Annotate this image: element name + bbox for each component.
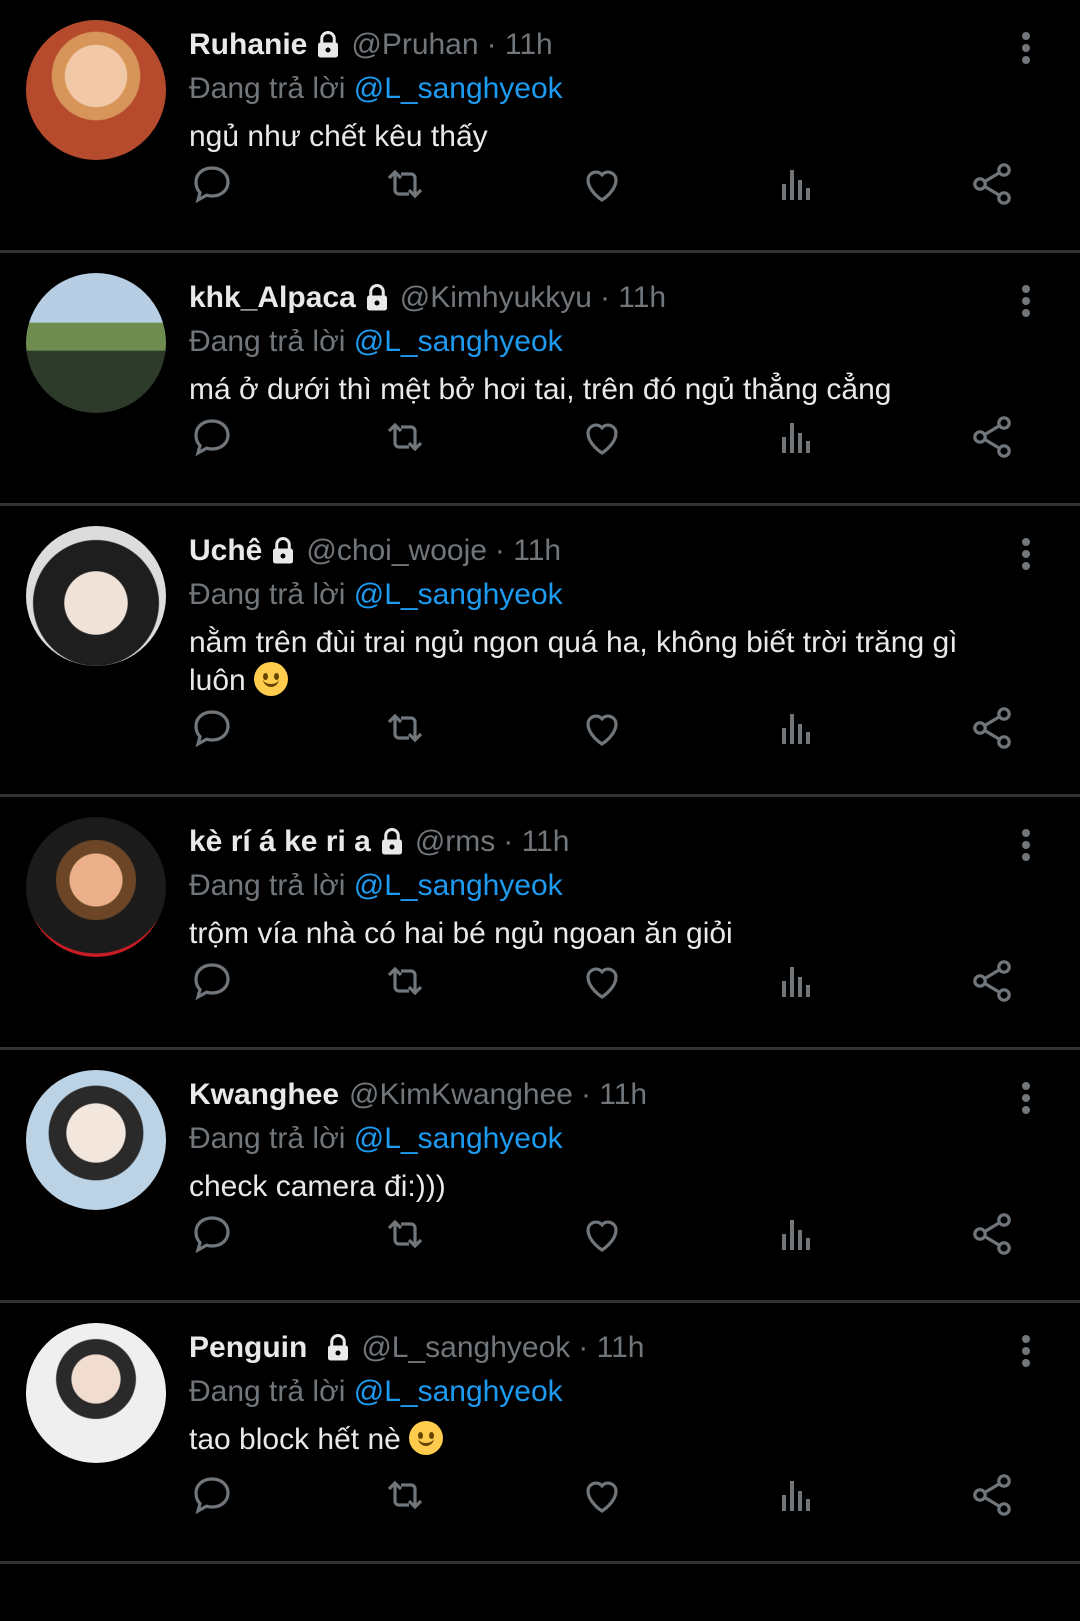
retweet-icon[interactable]: [381, 413, 429, 461]
reply-icon[interactable]: [188, 1210, 236, 1258]
more-icon[interactable]: [1014, 1078, 1038, 1118]
lock-icon: [318, 31, 339, 58]
reply-context: Đang trả lời @L_sanghyeok: [189, 1118, 1010, 1160]
reply-context: Đang trả lời @L_sanghyeok: [189, 68, 1010, 110]
reply-icon[interactable]: [188, 1471, 236, 1519]
reply-prefix: Đang trả lời: [189, 869, 346, 902]
reply-context: Đang trả lời @L_sanghyeok: [189, 574, 1010, 616]
like-icon[interactable]: [578, 1210, 626, 1258]
more-icon[interactable]: [1014, 281, 1038, 321]
views-icon[interactable]: [774, 160, 822, 208]
reply-mention[interactable]: @L_sanghyeok: [354, 1122, 563, 1155]
share-icon[interactable]: [968, 704, 1016, 752]
reply-icon[interactable]: [188, 160, 236, 208]
timestamp[interactable]: · 11h: [503, 825, 569, 859]
more-icon[interactable]: [1014, 1331, 1038, 1371]
like-icon[interactable]: [578, 957, 626, 1005]
reply-prefix: Đang trả lời: [189, 72, 346, 105]
timestamp[interactable]: · 11h: [495, 534, 561, 568]
tweet[interactable]: Kwanghee @KimKwanghee · 11h Đang trả lời…: [0, 1050, 1080, 1303]
retweet-icon[interactable]: [381, 1471, 429, 1519]
tweet[interactable]: Ruhanie @Pruhan · 11h Đang trả lời @L_sa…: [0, 0, 1080, 253]
display-name[interactable]: Penguin: [189, 1331, 307, 1365]
reply-mention[interactable]: @L_sanghyeok: [354, 72, 563, 105]
display-name[interactable]: Kwanghee: [189, 1078, 339, 1112]
reply-icon[interactable]: [188, 957, 236, 1005]
more-icon[interactable]: [1014, 534, 1038, 574]
reply-feed: Ruhanie @Pruhan · 11h Đang trả lời @L_sa…: [0, 0, 1080, 1564]
views-icon[interactable]: [774, 413, 822, 461]
share-icon[interactable]: [968, 957, 1016, 1005]
reply-mention[interactable]: @L_sanghyeok: [354, 1375, 563, 1408]
reply-context: Đang trả lời @L_sanghyeok: [189, 321, 1010, 363]
tweet[interactable]: Uchê @choi_wooje · 11h Đang trả lời @L_s…: [0, 506, 1080, 797]
share-icon[interactable]: [968, 1210, 1016, 1258]
reply-prefix: Đang trả lời: [189, 578, 346, 611]
handle[interactable]: @KimKwanghee: [349, 1078, 573, 1112]
like-icon[interactable]: [578, 413, 626, 461]
action-bar: [0, 927, 1080, 1047]
handle[interactable]: @L_sanghyeok: [361, 1331, 570, 1365]
handle[interactable]: @rms: [415, 825, 495, 859]
reply-mention[interactable]: @L_sanghyeok: [354, 578, 563, 611]
like-icon[interactable]: [578, 1471, 626, 1519]
display-name[interactable]: Uchê: [189, 534, 262, 568]
lock-icon: [381, 828, 402, 855]
more-icon[interactable]: [1014, 825, 1038, 865]
like-icon[interactable]: [578, 704, 626, 752]
views-icon[interactable]: [774, 1471, 822, 1519]
reply-prefix: Đang trả lời: [189, 1375, 346, 1408]
more-icon[interactable]: [1014, 28, 1038, 68]
avatar[interactable]: [26, 526, 166, 666]
display-name[interactable]: Ruhanie: [189, 28, 307, 62]
display-name[interactable]: kè rí á ke ri a: [189, 825, 371, 859]
retweet-icon[interactable]: [381, 160, 429, 208]
tweet[interactable]: Penguin @L_sanghyeok · 11h Đang trả lời …: [0, 1303, 1080, 1564]
timestamp[interactable]: · 11h: [487, 28, 553, 62]
timestamp[interactable]: · 11h: [600, 281, 666, 315]
views-icon[interactable]: [774, 957, 822, 1005]
retweet-icon[interactable]: [381, 957, 429, 1005]
share-icon[interactable]: [968, 1471, 1016, 1519]
tweet[interactable]: kè rí á ke ri a @rms · 11h Đang trả lời …: [0, 797, 1080, 1050]
retweet-icon[interactable]: [381, 1210, 429, 1258]
retweet-icon[interactable]: [381, 704, 429, 752]
timestamp[interactable]: · 11h: [578, 1331, 644, 1365]
reply-prefix: Đang trả lời: [189, 1122, 346, 1155]
reply-mention[interactable]: @L_sanghyeok: [354, 325, 563, 358]
handle[interactable]: @choi_wooje: [306, 534, 487, 568]
action-bar: [0, 1441, 1080, 1561]
reply-icon[interactable]: [188, 704, 236, 752]
share-icon[interactable]: [968, 160, 1016, 208]
reply-icon[interactable]: [188, 413, 236, 461]
reply-mention[interactable]: @L_sanghyeok: [354, 869, 563, 902]
reply-context: Đang trả lời @L_sanghyeok: [189, 865, 1010, 907]
action-bar: [0, 1180, 1080, 1300]
views-icon[interactable]: [774, 704, 822, 752]
lock-icon: [328, 1334, 349, 1361]
lock-icon: [366, 284, 387, 311]
action-bar: [0, 674, 1080, 794]
reply-prefix: Đang trả lời: [189, 325, 346, 358]
lock-icon: [273, 537, 294, 564]
action-bar: [0, 130, 1080, 250]
views-icon[interactable]: [774, 1210, 822, 1258]
handle[interactable]: @Pruhan: [351, 28, 478, 62]
action-bar: [0, 383, 1080, 503]
tweet[interactable]: khk_Alpaca @Kimhyukkyu · 11h Đang trả lờ…: [0, 253, 1080, 506]
reply-context: Đang trả lời @L_sanghyeok: [189, 1371, 1010, 1413]
handle[interactable]: @Kimhyukkyu: [400, 281, 592, 315]
share-icon[interactable]: [968, 413, 1016, 461]
display-name[interactable]: khk_Alpaca: [189, 281, 356, 315]
like-icon[interactable]: [578, 160, 626, 208]
timestamp[interactable]: · 11h: [581, 1078, 647, 1112]
